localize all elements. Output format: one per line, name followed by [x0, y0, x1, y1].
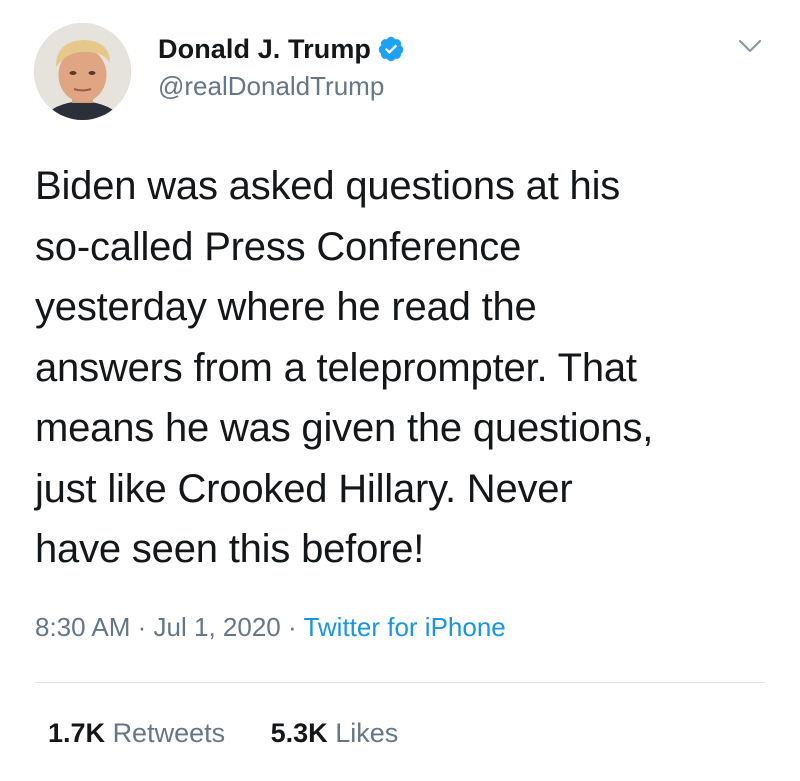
- retweets-stat[interactable]: 1.7K Retweets: [48, 718, 225, 749]
- retweets-count: 1.7K: [48, 718, 106, 748]
- author-name-row[interactable]: Donald J. Trump: [158, 32, 405, 66]
- tweet-stats: 1.7K Retweets 5.3K Likes: [48, 718, 436, 749]
- author-name[interactable]: Donald J. Trump: [158, 34, 371, 65]
- tweet-card: Donald J. Trump @realDonaldTrump Biden w…: [0, 0, 800, 781]
- tweet-text: Biden was asked questions at his so-call…: [35, 164, 654, 571]
- retweets-label: Retweets: [112, 718, 226, 748]
- chevron-down-icon[interactable]: [736, 32, 764, 60]
- likes-label: Likes: [335, 718, 399, 748]
- tweet-date[interactable]: Jul 1, 2020: [154, 612, 281, 642]
- avatar-image: [34, 23, 131, 120]
- tweet-time[interactable]: 8:30 AM: [35, 612, 130, 642]
- meta-separator: ·: [137, 612, 147, 642]
- avatar[interactable]: [34, 23, 131, 120]
- author-handle[interactable]: @realDonaldTrump: [158, 71, 384, 102]
- tweet-meta: 8:30 AM · Jul 1, 2020 · Twitter for iPho…: [35, 612, 506, 643]
- likes-count: 5.3K: [270, 718, 328, 748]
- verified-badge-icon: [377, 35, 405, 63]
- likes-stat[interactable]: 5.3K Likes: [271, 718, 399, 749]
- divider: [35, 682, 765, 683]
- tweet-source-link[interactable]: Twitter for iPhone: [303, 612, 505, 642]
- meta-separator: ·: [288, 612, 297, 642]
